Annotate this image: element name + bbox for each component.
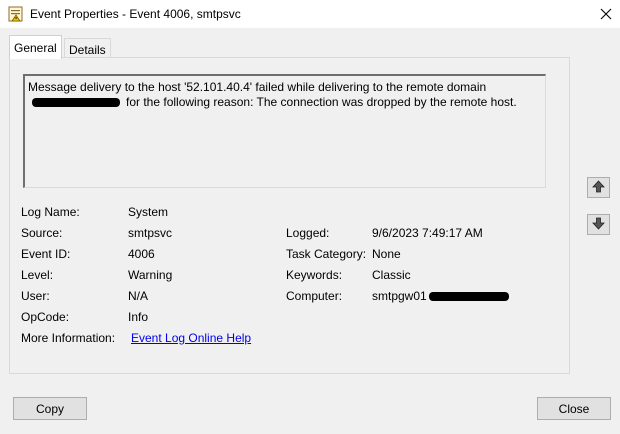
tab-general-label: General xyxy=(14,40,57,55)
source-label: Source: xyxy=(21,226,63,240)
level-value: Warning xyxy=(128,268,173,282)
close-icon[interactable] xyxy=(592,0,620,28)
user-value: N/A xyxy=(128,289,149,303)
copy-button[interactable]: Copy xyxy=(13,397,87,420)
redaction-mark xyxy=(32,98,120,108)
source-value: smtpsvc xyxy=(128,226,173,240)
redaction-mark xyxy=(428,292,509,302)
title-bar: Event Properties - Event 4006, smtpsvc xyxy=(0,0,620,28)
task-category-label: Task Category: xyxy=(286,247,367,261)
tab-details-label: Details xyxy=(69,42,106,57)
computer-label: Computer: xyxy=(286,289,343,303)
event-log-online-help-link[interactable]: Event Log Online Help xyxy=(131,331,251,345)
level-label: Level: xyxy=(21,268,54,282)
log-name-value: System xyxy=(128,205,169,219)
window-title: Event Properties - Event 4006, smtpsvc xyxy=(30,7,241,21)
event-id-label: Event ID: xyxy=(21,247,71,261)
arrow-down-icon xyxy=(592,217,605,233)
tab-general[interactable]: General xyxy=(9,35,62,59)
computer-value: smtpgw01 xyxy=(372,289,509,303)
event-viewer-icon xyxy=(8,6,24,22)
next-event-button[interactable] xyxy=(587,214,610,235)
logged-value: 9/6/2023 7:49:17 AM xyxy=(372,226,483,240)
description-line-2: for the following reason: The connection… xyxy=(28,95,542,110)
task-category-value: None xyxy=(372,247,401,261)
logged-label: Logged: xyxy=(286,226,330,240)
keywords-value: Classic xyxy=(372,268,411,282)
opcode-label: OpCode: xyxy=(21,310,70,324)
user-label: User: xyxy=(21,289,50,303)
event-description[interactable]: Message delivery to the host '52.101.40.… xyxy=(23,74,546,188)
previous-event-button[interactable] xyxy=(587,177,610,198)
arrow-up-icon xyxy=(592,179,605,196)
keywords-label: Keywords: xyxy=(286,268,343,282)
log-name-label: Log Name: xyxy=(21,205,80,219)
description-line-1: Message delivery to the host '52.101.40.… xyxy=(28,80,487,94)
more-information-label: More Information: xyxy=(21,331,116,345)
event-id-value: 4006 xyxy=(128,247,155,261)
opcode-value: Info xyxy=(128,310,149,324)
close-button[interactable]: Close xyxy=(537,397,611,420)
